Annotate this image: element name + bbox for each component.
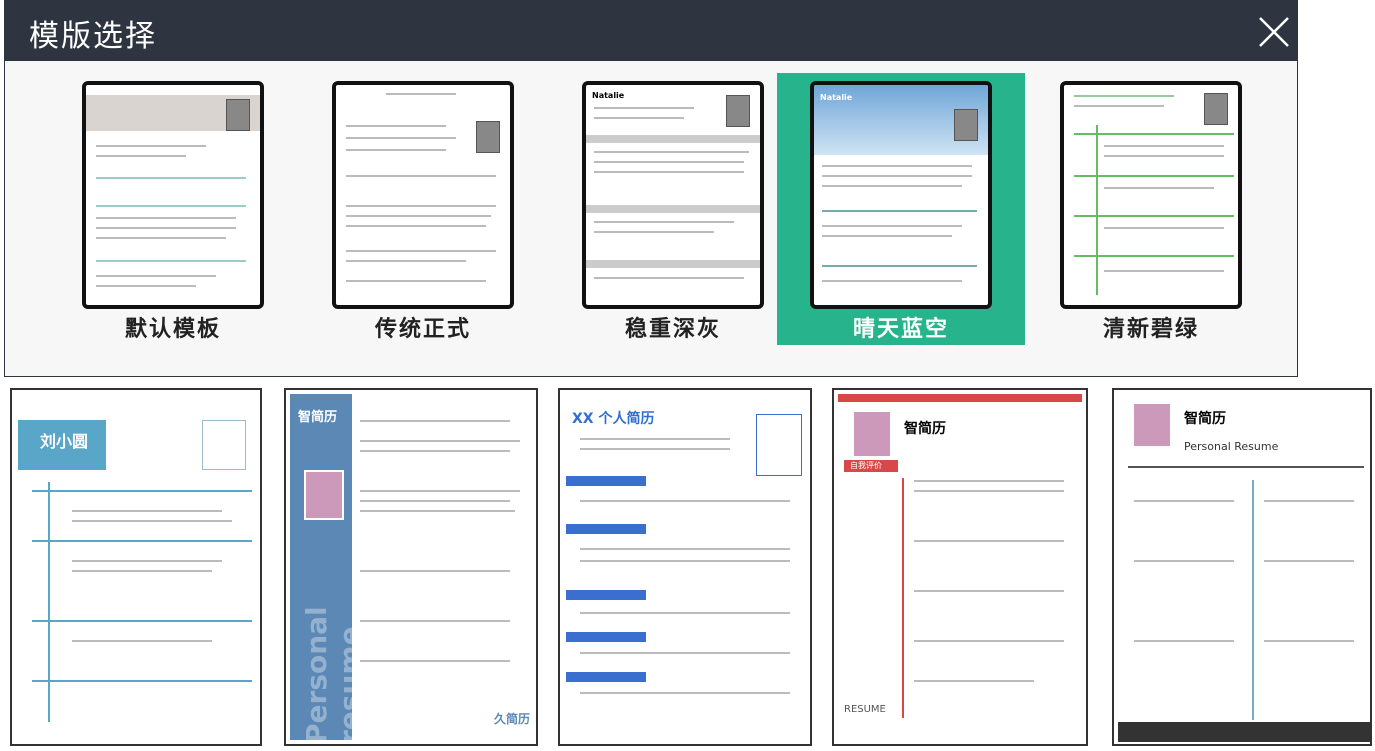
gallery-name: 智简历	[298, 410, 338, 425]
template-label: 默认模板	[124, 317, 221, 342]
gallery-name: 智简历	[1184, 411, 1226, 427]
template-default[interactable]: 默认模板	[49, 73, 297, 345]
dialog-title: 模版选择	[29, 19, 157, 54]
template-fresh-green[interactable]: 清新碧绿	[1027, 73, 1275, 345]
thumb-name: Natalie	[820, 93, 853, 102]
gallery-vertical-text: Personal resume	[300, 606, 366, 744]
template-thumbnail	[1060, 81, 1242, 309]
template-thumbnail: Natalie	[582, 81, 764, 309]
gallery-subtitle: Personal Resume	[1184, 440, 1279, 453]
gallery-template-2[interactable]: 智简历 Personal resume 久简历	[284, 388, 538, 746]
close-icon[interactable]	[1257, 15, 1291, 49]
gallery-template-5[interactable]: 智简历 Personal Resume	[1112, 388, 1372, 746]
gallery-template-1[interactable]: 刘小圆	[10, 388, 262, 746]
template-dark-gray[interactable]: Natalie 稳重深灰	[549, 73, 797, 345]
template-thumbnail	[82, 81, 264, 309]
template-label: 稳重深灰	[624, 317, 721, 342]
thumb-name: Natalie	[592, 91, 625, 100]
gallery-footer: RESUME	[844, 704, 886, 715]
gallery-name: 刘小圆	[40, 432, 89, 451]
gallery-name: 智简历	[904, 421, 946, 437]
template-label: 清新碧绿	[1102, 317, 1199, 342]
gallery-extra: 自我评价	[850, 461, 882, 470]
dialog-titlebar: 模版选择	[5, 1, 1297, 61]
template-label: 传统正式	[374, 317, 471, 342]
gallery-template-3[interactable]: XX 个人简历	[558, 388, 812, 746]
gallery-template-4[interactable]: 智简历 自我评价 RESUME	[832, 388, 1088, 746]
template-thumbnail: Natalie	[810, 81, 992, 309]
template-traditional[interactable]: 传统正式	[299, 73, 547, 345]
gallery-name: XX 个人简历	[572, 411, 655, 427]
gallery-brand: 久简历	[494, 712, 531, 726]
template-thumbnail	[332, 81, 514, 309]
template-label: 晴天蓝空	[852, 317, 949, 342]
template-dialog: 模版选择 默认模板 传统正式 Natalie 稳重深灰 Natalie 晴天蓝空…	[4, 0, 1298, 377]
template-sky-blue[interactable]: Natalie 晴天蓝空	[777, 73, 1025, 345]
template-options: 默认模板 传统正式 Natalie 稳重深灰 Natalie 晴天蓝空 清新碧绿	[5, 61, 1297, 377]
